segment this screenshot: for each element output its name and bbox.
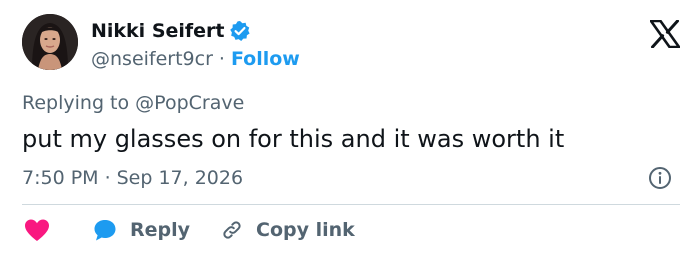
replying-prefix: Replying to (22, 92, 130, 114)
tweet-time: 7:50 PM (22, 167, 99, 189)
replying-to: Replying to @PopCrave (22, 90, 244, 116)
author-handle[interactable]: @nseifert9cr (91, 46, 213, 72)
info-icon[interactable] (648, 166, 672, 190)
reply-bubble-icon (92, 217, 118, 243)
tweet-date: Sep 17, 2026 (116, 167, 244, 189)
action-bar: Reply Copy link (22, 216, 355, 244)
copy-link-label: Copy link (256, 219, 355, 241)
tweet-timestamp[interactable]: 7:50 PM · Sep 17, 2026 (22, 165, 243, 191)
verified-badge-icon (229, 20, 251, 42)
author-name-row: Nikki Seifert (91, 17, 251, 45)
author-handle-row: @nseifert9cr · Follow (91, 46, 300, 72)
replying-mention[interactable]: @PopCrave (135, 92, 244, 114)
avatar[interactable] (22, 14, 78, 70)
author-display-name[interactable]: Nikki Seifert (91, 18, 225, 44)
tweet-card: Nikki Seifert @nseifert9cr · Follow Repl… (0, 0, 700, 256)
timestamp-separator: · (104, 167, 111, 189)
link-icon (220, 218, 244, 242)
divider (22, 204, 680, 205)
copy-link-button[interactable]: Copy link (220, 218, 355, 242)
separator-dot: · (218, 48, 225, 70)
reply-label: Reply (130, 219, 191, 241)
heart-icon[interactable] (22, 217, 52, 243)
follow-button[interactable]: Follow (231, 46, 300, 72)
tweet-text: put my glasses on for this and it was wo… (22, 125, 565, 153)
reply-button[interactable]: Reply (92, 217, 190, 243)
x-logo-icon[interactable] (649, 19, 681, 49)
